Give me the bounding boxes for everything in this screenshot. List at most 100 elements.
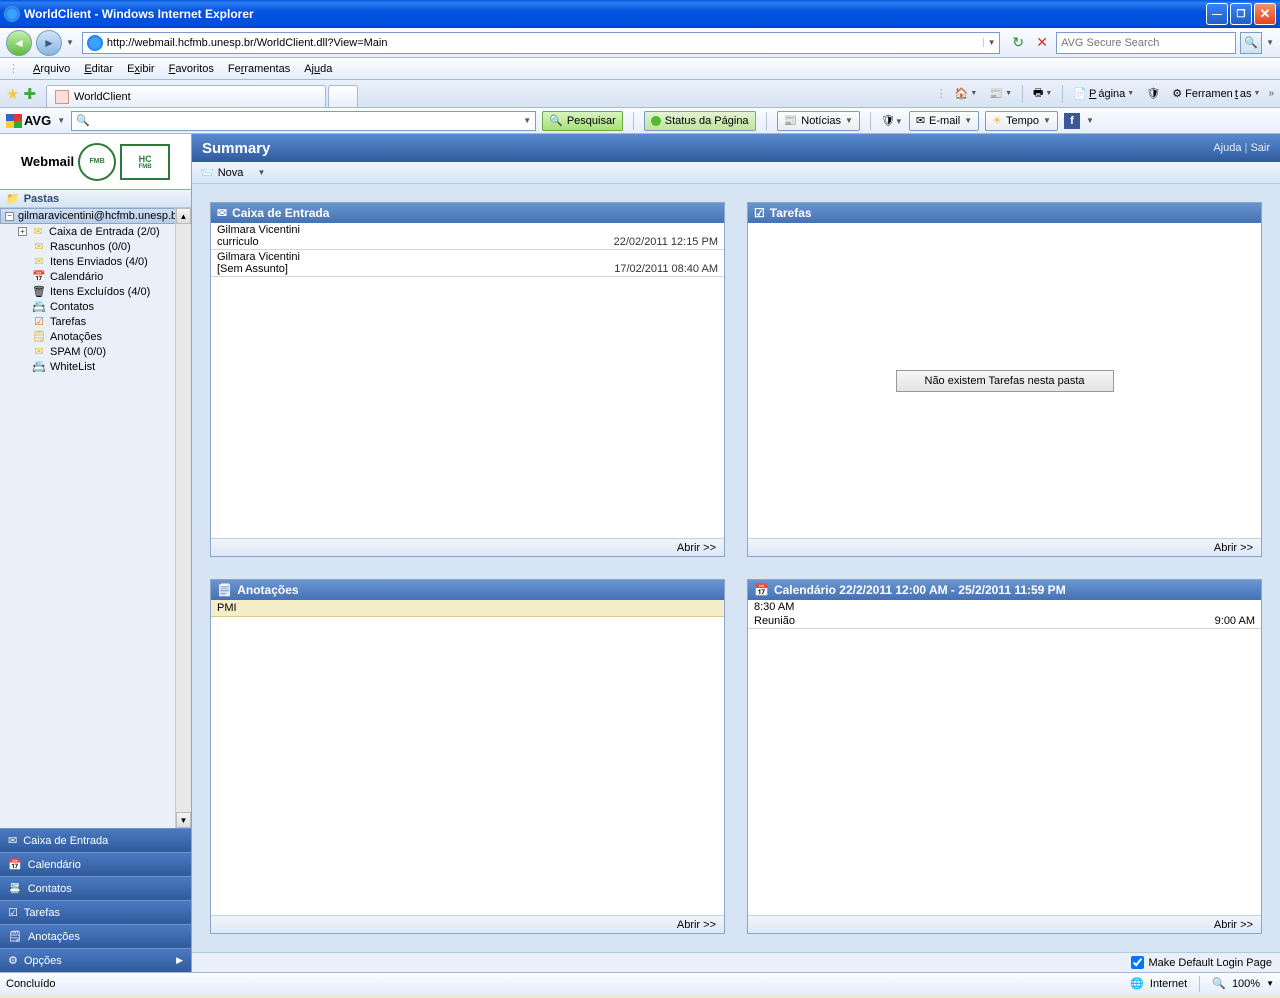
panel-notes-header: 🗒 Anotações xyxy=(211,580,724,600)
browser-tabbar: ★ ✚ WorldClient ⋮ 🏠▼ 📰▼ 🖶▼ 📄 Página ▼ 🛡 … xyxy=(0,80,1280,108)
tree-notes[interactable]: 🗒Anotações xyxy=(0,329,191,344)
url-field-wrap: ▼ xyxy=(82,32,1000,54)
browser-search-button[interactable]: 🔍 xyxy=(1240,32,1262,54)
close-button[interactable]: ✕ xyxy=(1254,3,1276,25)
toolbar-overflow-icon[interactable]: » xyxy=(1268,88,1274,99)
collapse-icon[interactable]: − xyxy=(5,212,14,221)
calendar-event[interactable]: Reunião9:00 AM xyxy=(748,614,1261,629)
avg-fb-dropdown-icon[interactable]: ▼ xyxy=(1086,116,1094,125)
notes-icon: 🗒 xyxy=(217,583,232,597)
avg-menu-dropdown-icon[interactable]: ▼ xyxy=(57,116,65,125)
help-link[interactable]: Ajuda xyxy=(1213,142,1241,154)
avg-email-button[interactable]: ✉ E-mail▼ xyxy=(909,111,979,131)
nav-inbox[interactable]: ✉Caixa de Entrada xyxy=(0,828,191,852)
favorites-star-icon[interactable]: ★ xyxy=(6,85,19,103)
print-button[interactable]: 🖶▼ xyxy=(1029,82,1056,105)
panel-inbox-open[interactable]: Abrir >> xyxy=(211,538,724,556)
avg-toolbar-icon[interactable]: 🛡 xyxy=(1142,85,1164,102)
tree-deleted[interactable]: 🗑Itens Excluídos (4/0) xyxy=(0,284,191,299)
tree-whitelist[interactable]: 📇WhiteList xyxy=(0,359,191,374)
inbox-message[interactable]: Gilmara Vicentini curriculo22/02/2011 12… xyxy=(211,223,724,250)
note-item[interactable]: PMI xyxy=(211,600,724,617)
scroll-track[interactable] xyxy=(176,224,191,812)
avg-search-dropdown-icon[interactable]: ▼ xyxy=(523,116,531,125)
avg-noticias-button[interactable]: 📰Notícias▼ xyxy=(777,111,860,131)
home-button[interactable]: 🏠▼ xyxy=(951,85,982,102)
tree-sent[interactable]: ✉Itens Enviados (4/0) xyxy=(0,254,191,269)
avg-status-button[interactable]: Status da Página xyxy=(644,111,756,131)
browser-statusbar: Concluído 🌐 Internet 🔍 100% ▼ xyxy=(0,972,1280,994)
address-bar: ◄ ► ▼ ▼ ↻ ✕ 🔍 ▼ xyxy=(0,28,1280,58)
avg-logo: AVG xyxy=(6,113,51,128)
calendar-icon: 📅 xyxy=(8,858,22,871)
refresh-button[interactable]: ↻ xyxy=(1008,33,1028,53)
nav-calendar[interactable]: 📅Calendário xyxy=(0,852,191,876)
new-tab-button[interactable] xyxy=(328,85,358,107)
back-button[interactable]: ◄ xyxy=(6,30,32,56)
browser-search-input[interactable] xyxy=(1057,37,1235,49)
restore-button[interactable]: ❐ xyxy=(1230,3,1252,25)
url-dropdown-icon[interactable]: ▼ xyxy=(983,38,999,47)
default-login-label: Make Default Login Page xyxy=(1148,957,1272,969)
nav-tasks[interactable]: ☑Tarefas xyxy=(0,900,191,924)
avg-pesquisar-button[interactable]: 🔍 Pesquisar xyxy=(542,111,623,131)
scroll-down-icon[interactable]: ▼ xyxy=(176,812,191,828)
feeds-button[interactable]: 📰▼ xyxy=(985,85,1016,102)
add-favorite-icon[interactable]: ✚ xyxy=(23,85,36,103)
nav-options[interactable]: ⚙Opções▶ xyxy=(0,948,191,972)
panel-notes-open[interactable]: Abrir >> xyxy=(211,915,724,933)
url-input[interactable] xyxy=(107,33,983,53)
folder-tree: − gilmaravicentini@hcfmb.unesp.br +✉Caix… xyxy=(0,208,191,828)
expand-icon[interactable]: + xyxy=(18,227,27,236)
menu-editar[interactable]: Editar xyxy=(84,63,113,75)
recent-dropdown-icon[interactable]: ▼ xyxy=(66,38,74,47)
calendar-icon: 📅 xyxy=(754,583,769,597)
panel-inbox-body: Gilmara Vicentini curriculo22/02/2011 12… xyxy=(211,223,724,538)
window-title: WorldClient - Windows Internet Explorer xyxy=(24,7,254,21)
page-menu-button[interactable]: 📄 Página ▼ xyxy=(1069,85,1138,102)
scroll-up-icon[interactable]: ▲ xyxy=(176,208,191,224)
gear-icon: ⚙ xyxy=(8,954,18,967)
zoom-dropdown-icon[interactable]: ▼ xyxy=(1266,979,1274,988)
summary-header: Summary Ajuda | Sair xyxy=(192,134,1280,162)
tree-drafts[interactable]: ✉Rascunhos (0/0) xyxy=(0,239,191,254)
inbox-message[interactable]: Gilmara Vicentini [Sem Assunto]17/02/201… xyxy=(211,250,724,277)
tree-contacts[interactable]: 📇Contatos xyxy=(0,299,191,314)
avg-facebook-icon[interactable]: f xyxy=(1064,113,1080,129)
nav-notes[interactable]: 🗒Anotações xyxy=(0,924,191,948)
tools-menu-button[interactable]: ⚙ Ferramentas ▼ xyxy=(1168,85,1264,102)
browser-tab[interactable]: WorldClient xyxy=(46,85,326,107)
avg-search-input[interactable] xyxy=(94,113,523,128)
nav-contacts[interactable]: 📇Contatos xyxy=(0,876,191,900)
logout-link[interactable]: Sair xyxy=(1250,142,1270,154)
avg-shield-icon[interactable]: 🛡▼ xyxy=(881,114,903,127)
tree-account[interactable]: − gilmaravicentini@hcfmb.unesp.br xyxy=(0,208,191,224)
menu-arquivo[interactable]: AArquivorquivo xyxy=(33,63,70,75)
tree-inbox[interactable]: +✉Caixa de Entrada (2/0) xyxy=(0,224,191,239)
default-login-checkbox[interactable] xyxy=(1131,956,1144,969)
search-provider-dropdown-icon[interactable]: ▼ xyxy=(1266,38,1274,47)
zoom-level[interactable]: 100% xyxy=(1232,978,1260,990)
avg-tempo-button[interactable]: ☀Tempo▼ xyxy=(985,111,1058,131)
panel-calendar-header: 📅 Calendário 22/2/2011 12:00 AM - 25/2/2… xyxy=(748,580,1261,600)
menu-favoritos[interactable]: Favoritos xyxy=(169,63,214,75)
panel-calendar-open[interactable]: Abrir >> xyxy=(748,915,1261,933)
stop-button[interactable]: ✕ xyxy=(1032,33,1052,53)
summary-toolbar: 📨 Nova ▼ xyxy=(192,162,1280,184)
avg-toolbar: AVG ▼ 🔍 ▼ 🔍 Pesquisar Status da Página 📰… xyxy=(0,108,1280,134)
minimize-button[interactable]: ― xyxy=(1206,3,1228,25)
tree-calendar[interactable]: 📅Calendário xyxy=(0,269,191,284)
new-button[interactable]: 📨 Nova ▼ xyxy=(200,166,265,179)
panel-tasks-open[interactable]: Abrir >> xyxy=(748,538,1261,556)
forward-button[interactable]: ► xyxy=(36,30,62,56)
tree-tasks[interactable]: ☑Tarefas xyxy=(0,314,191,329)
dropdown-icon[interactable]: ▼ xyxy=(258,168,266,177)
tasks-icon: ☑ xyxy=(32,315,46,328)
menu-ajuda[interactable]: Ajuda xyxy=(304,63,332,75)
zoom-icon[interactable]: 🔍 xyxy=(1212,977,1226,990)
tree-spam[interactable]: ✉SPAM (0/0) xyxy=(0,344,191,359)
tree-scrollbar[interactable]: ▲ ▼ xyxy=(175,208,191,828)
menu-exibir[interactable]: Exibir xyxy=(127,63,155,75)
menu-ferramentas[interactable]: Ferramentas xyxy=(228,63,290,75)
panel-tasks-body: Não existem Tarefas nesta pasta xyxy=(748,223,1261,538)
